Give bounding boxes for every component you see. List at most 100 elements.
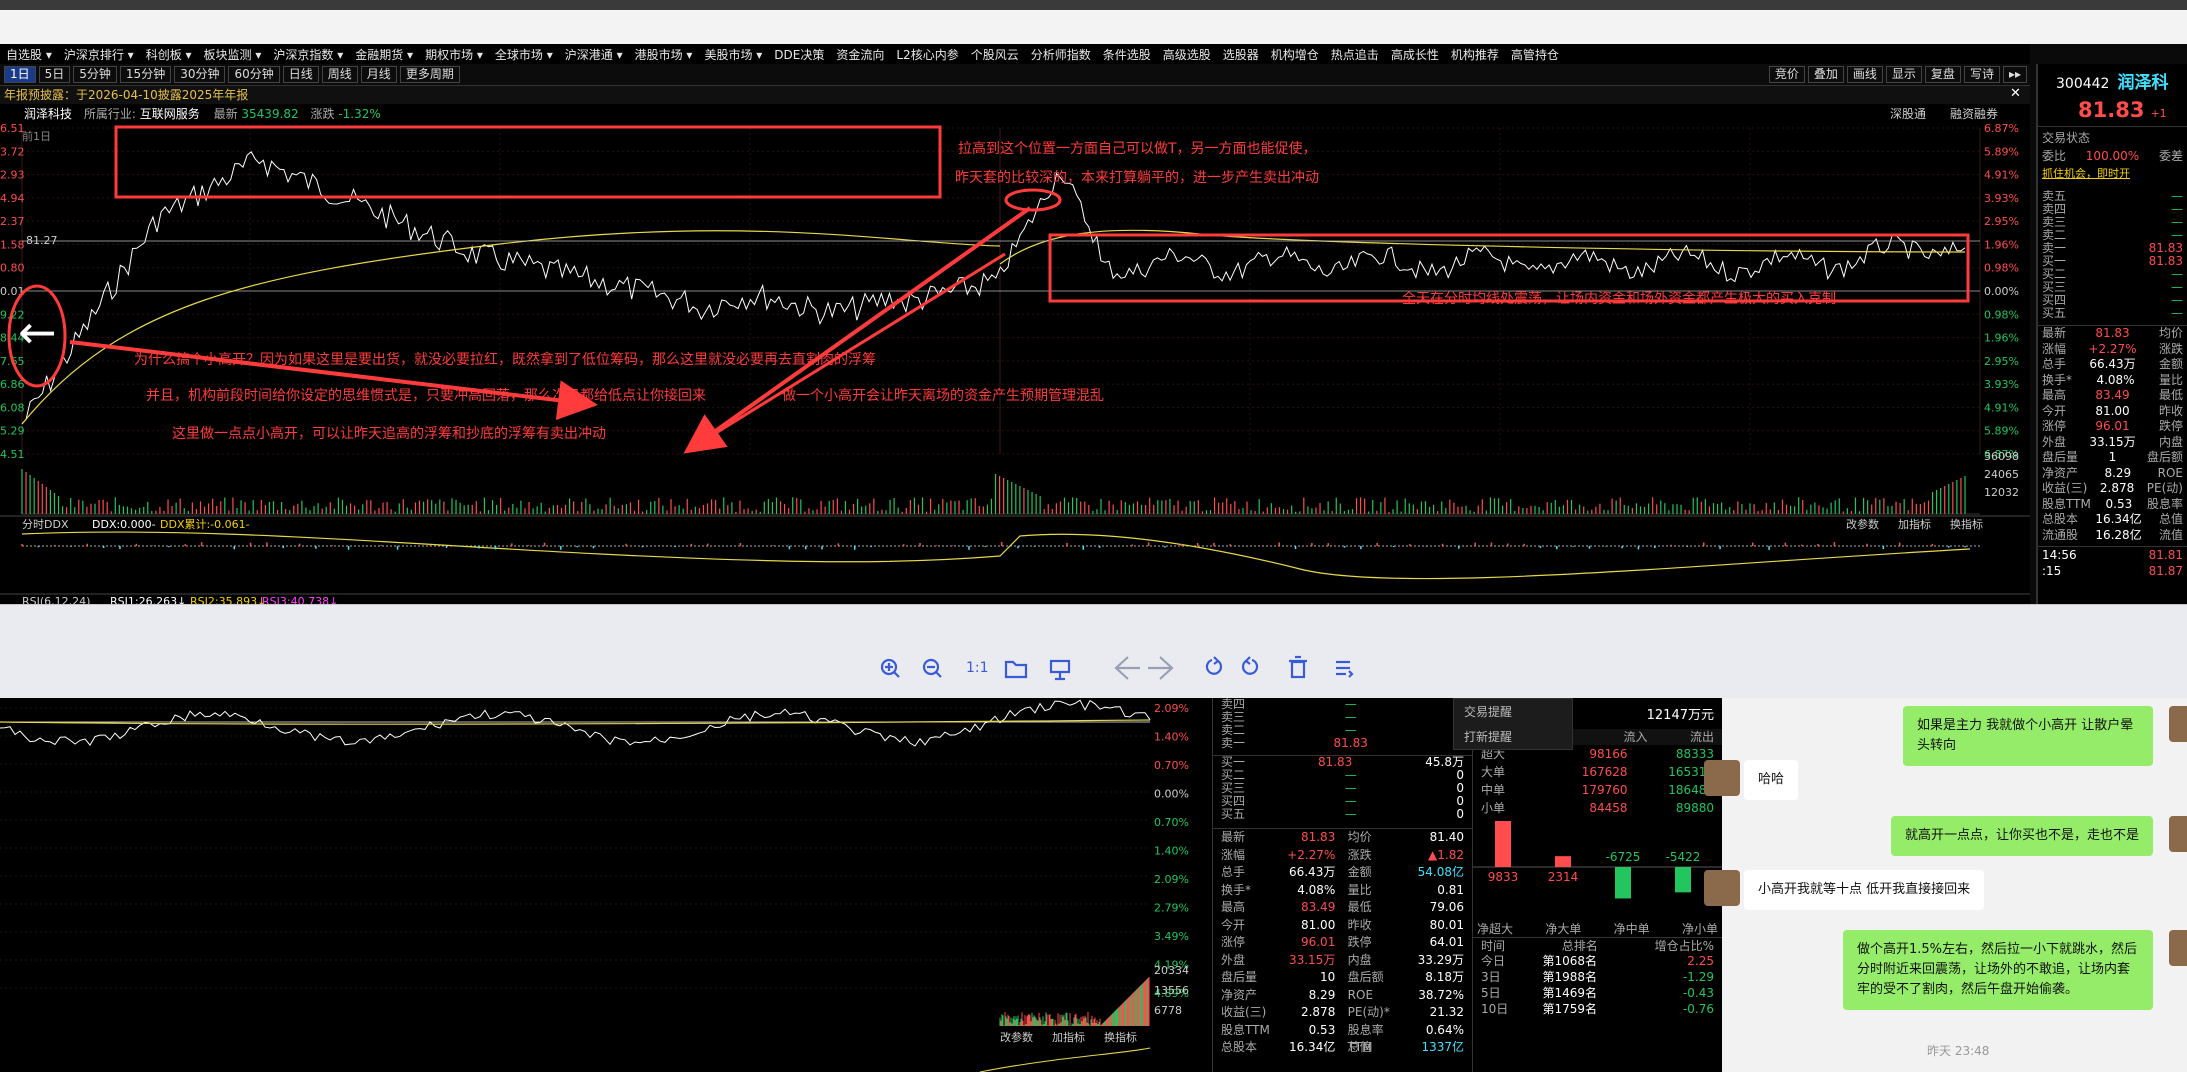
lower-tool-button[interactable]: 换指标 (1104, 1030, 1137, 1044)
menu-item[interactable]: 港股市场 ▾ (629, 46, 699, 63)
lower-stat-row: 最高 83.49 最低 79.06 (1221, 900, 1464, 914)
menu-item[interactable]: 条件选股 (1097, 46, 1157, 63)
lower-stat-row: 股息TTM 0.53 股息率TTM 0.64% (1221, 1022, 1464, 1055)
avatar[interactable] (2169, 816, 2187, 852)
menu-item[interactable]: 机构推荐 (1445, 46, 1505, 63)
avatar[interactable] (2169, 930, 2187, 966)
lower-stat-row: 总股本 16.34亿 总值 1337亿 (1221, 1040, 1464, 1054)
menu-item[interactable]: 选股器 (1217, 46, 1265, 63)
period-button[interactable]: 5日 (38, 66, 71, 83)
chart-tool-button[interactable]: 画线 (1846, 66, 1883, 83)
menu-item[interactable]: 美股市场 ▾ (698, 46, 768, 63)
menu-item[interactable]: 沪深港通 ▾ (559, 46, 629, 63)
menu-item[interactable]: 板块监测 ▾ (198, 46, 268, 63)
bid-row: 买五 — (2042, 306, 2183, 320)
menu-item[interactable]: 沪深京指数 ▾ (267, 46, 349, 63)
lower-tool-button[interactable]: 改参数 (1000, 1030, 1033, 1044)
delete-icon[interactable] (1289, 655, 1307, 679)
net-flow-value: -6725 (1606, 850, 1641, 864)
menu-item[interactable]: 金融期货 ▾ (349, 46, 419, 63)
period-button[interactable]: 1日 (4, 66, 36, 83)
side-up-value: +1 (2150, 107, 2167, 120)
menu-item[interactable]: L2核心内参 (890, 46, 964, 63)
menu-item[interactable]: DDE决策 (768, 46, 830, 63)
menu-item[interactable]: 自选股 ▾ (0, 46, 58, 63)
net-flow-value: 2314 (1548, 870, 1579, 884)
rotate-left-icon[interactable] (1241, 656, 1259, 675)
chat-bubble-received[interactable]: 小高开我就等十点 低开我直接接回来 (1744, 870, 1985, 910)
period-button[interactable]: 5分钟 (73, 66, 117, 83)
menu-item[interactable]: 期权市场 ▾ (419, 46, 489, 63)
period-toolbar: 1日 5日 5分钟 15分钟 30分钟 60分钟 日线 周线 月线 更多周期 竞价 叠加 画线 显示 复盘… (0, 64, 2030, 86)
chat-panel: 如果是主力 我就做个小高开 让散户晕头转向哈哈就高开一点点，让你买也不是，走也不… (1704, 698, 2187, 1072)
lower-bid-row: 买一 81.83 45.8万 (1221, 755, 1464, 769)
chart-tool-button[interactable]: 显示 (1885, 66, 1922, 83)
index-change-value: -1.32% (338, 107, 381, 121)
rotate-right-icon[interactable] (1205, 656, 1223, 675)
ddx-tool-button[interactable]: 改参数 (1846, 517, 1879, 531)
alert-menu-item[interactable]: 交易提醒 (1454, 699, 1572, 724)
menu-lines-icon[interactable] (1336, 660, 1354, 678)
back-arrow-icon[interactable]: ← (18, 305, 57, 359)
chart-tool-button[interactable]: 复盘 (1924, 66, 1961, 83)
chat-bubble-sent[interactable]: 如果是主力 我就做个小高开 让散户晕头转向 (1903, 706, 2153, 766)
chat-bubble-received[interactable]: 哈哈 (1744, 760, 1799, 800)
lower-tool-button[interactable]: 加指标 (1052, 1030, 1085, 1044)
period-button[interactable]: 月线 (360, 66, 397, 83)
close-icon[interactable]: ✕ (2010, 86, 2021, 101)
menu-item[interactable]: 全球市场 ▾ (489, 46, 559, 63)
chat-bubble-sent[interactable]: 做个高开1.5%左右，然后拉一小下就跳水，然后分时附近来回震荡，让场外的不敢追，… (1843, 930, 2153, 1010)
zoom-in-icon[interactable] (880, 658, 900, 678)
stat-row: 涨停 96.01 跌停 (2042, 419, 2183, 433)
menu-item[interactable]: 热点追击 (1325, 46, 1385, 63)
lower-pct-tick: 0.70% (1154, 759, 1189, 772)
period-button[interactable]: 15分钟 (119, 66, 172, 83)
avatar[interactable] (1704, 870, 1740, 906)
zoom-out-icon[interactable] (922, 658, 942, 678)
y-tick-right: 1.96% (1984, 238, 2019, 251)
period-button[interactable]: 60分钟 (228, 66, 280, 83)
chart-canvas[interactable]: 6.513.722.934.942.371.580.800.019.228.44… (0, 124, 2030, 604)
expand-icon[interactable]: ▸▸ (2002, 66, 2027, 83)
folder-open-icon[interactable] (1004, 660, 1028, 679)
menu-item[interactable]: 高成长性 (1385, 46, 1445, 63)
zoom-1to1-label[interactable]: 1:1 (966, 660, 989, 676)
chart-tool-button[interactable]: 竞价 (1768, 66, 1805, 83)
alert-menu-item[interactable]: 打新提醒 (1454, 724, 1572, 749)
y-tick-right: 3.93% (1984, 192, 2019, 205)
slideshow-icon[interactable] (1049, 659, 1071, 681)
rsi3-value: RSI3:40.738↓ (262, 595, 338, 604)
y-tick-right: 4.91% (1984, 169, 2019, 182)
y-tick-right: 0.00% (1984, 285, 2019, 298)
menu-item[interactable]: 个股风云 (965, 46, 1025, 63)
menu-item[interactable]: 分析师指数 (1025, 46, 1097, 63)
period-button[interactable]: 日线 (282, 66, 319, 83)
opportunity-link[interactable]: 抓住机会，即时开 (2038, 164, 2187, 182)
menu-item[interactable]: 机构增仓 (1265, 46, 1325, 63)
intraday-chart[interactable]: 6.51 3.72 2.93 4.94 2.37 1.58 0.80 0.01 9.22 8.44… (0, 124, 2030, 604)
next-arrow-icon[interactable] (1148, 656, 1174, 680)
menu-item[interactable]: 高级选股 (1157, 46, 1217, 63)
ddx-tool-button[interactable]: 加指标 (1898, 517, 1931, 531)
chart-tool-button[interactable]: 写诗 (1963, 66, 2000, 83)
ddx-tool-button[interactable]: 换指标 (1950, 517, 1983, 531)
period-button[interactable]: 更多周期 (399, 66, 460, 83)
period-button[interactable]: 周线 (321, 66, 358, 83)
chart-tool-button[interactable]: 叠加 (1807, 66, 1844, 83)
menu-item[interactable]: 资金流向 (830, 46, 890, 63)
net-flow-value: -5422 (1666, 850, 1701, 864)
avatar[interactable] (2169, 706, 2187, 742)
tag-margin-trading[interactable]: 融资融券 (1950, 104, 1998, 124)
tag-sz-connect[interactable]: 深股通 (1890, 104, 1926, 124)
prev-arrow-icon[interactable] (1114, 656, 1140, 680)
menu-item[interactable]: 沪深京排行 ▾ (58, 46, 140, 63)
menu-item[interactable]: 高管持仓 (1505, 46, 1565, 63)
period-button[interactable]: 30分钟 (174, 66, 226, 83)
rank-row: 今日 第1068名 2.25 (1481, 954, 1714, 968)
y-tick-left: 5.29 (0, 425, 25, 438)
menu-item[interactable]: 科创板 ▾ (140, 46, 198, 63)
avatar[interactable] (1704, 760, 1740, 796)
y-tick-right: 1.96% (1984, 332, 2019, 345)
chat-bubble-sent[interactable]: 就高开一点点，让你买也不是，走也不是 (1890, 816, 2153, 856)
industry-value[interactable]: 互联网服务 (140, 107, 200, 121)
